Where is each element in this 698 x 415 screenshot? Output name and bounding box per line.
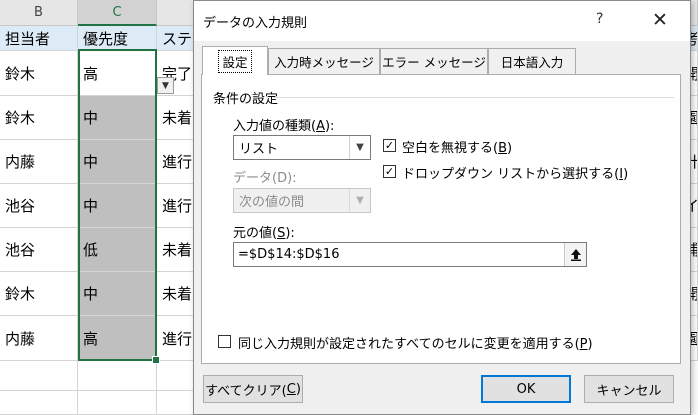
close-icon[interactable]: ✕ [646,7,674,33]
apply-all-label[interactable]: 同じ入力規則が設定されたすべてのセルに変更を適用する(P) [238,333,593,352]
cell-dropdown-arrow-icon[interactable]: ▼ [157,77,174,94]
cell-priority[interactable]: 中 [78,96,157,140]
cell-status[interactable]: 進行 [157,184,197,228]
cell-priority[interactable]: 低 [78,228,157,272]
cell-priority[interactable]: 中 [78,272,157,316]
cancel-button[interactable]: キャンセル [584,375,674,403]
allow-select-value: リスト [239,142,279,157]
cell-status[interactable]: 未着 [157,228,197,272]
cell-assignee[interactable]: 鈴木 [0,272,78,316]
cell-status[interactable]: 進行 [157,316,197,361]
cell-assignee[interactable]: 池谷 [0,184,78,228]
allow-select[interactable]: リスト ▼ [233,135,371,160]
empty-cell[interactable] [0,361,78,391]
settings-panel: 条件の設定 入力値の種類(A): リスト ▼ ✓ 空白を無視する(B) ✓ ドロ… [201,74,681,364]
column-header-c[interactable]: C [78,0,157,26]
cell-status[interactable]: 未着 [157,96,197,140]
cell-priority[interactable]: 中 [78,140,157,184]
help-button[interactable]: ? [596,11,603,27]
empty-cell[interactable] [78,391,157,415]
group-divider [274,97,674,98]
empty-cell[interactable] [78,361,157,391]
tab-settings[interactable]: 設定 [202,46,268,75]
column-header-b[interactable]: B [0,0,78,26]
header-cell-assignee[interactable]: 担当者 [0,26,78,51]
cell-status[interactable]: 未着 [157,272,197,316]
cell-priority-active[interactable]: 高 [78,51,157,96]
column-header-right[interactable] [690,0,698,26]
header-cell-status[interactable]: ステ [157,26,197,51]
cell-assignee[interactable]: 鈴木 [0,96,78,140]
chevron-down-icon: ▼ [349,189,370,212]
allow-label: 入力値の種類(A): [233,119,335,134]
empty-cell[interactable] [0,391,78,415]
group-label: 条件の設定 [213,92,279,107]
cell-assignee[interactable]: 鈴木 [0,51,78,96]
tab-ime[interactable]: 日本語入力 [488,48,576,74]
dropdown-checkbox[interactable]: ✓ [383,165,396,178]
column-header-d[interactable] [157,0,197,26]
ok-button[interactable]: OK [481,375,571,403]
cell-status[interactable]: 進行 [157,140,197,184]
data-select: 次の値の間 ▼ [233,188,371,213]
data-select-value: 次の値の間 [239,195,305,210]
cell-assignee[interactable]: 池谷 [0,228,78,272]
cell-priority[interactable]: 中 [78,184,157,228]
cell-assignee[interactable]: 内藤 [0,316,78,361]
fill-handle[interactable] [152,356,160,364]
data-label: データ(D): [233,171,297,186]
cell-assignee[interactable]: 内藤 [0,140,78,184]
clear-all-button[interactable]: すべてクリア(C) [203,375,303,403]
header-cell-priority[interactable]: 優先度 [78,26,157,51]
tab-input-message[interactable]: 入力時メッセージ [268,48,380,74]
dropdown-label[interactable]: ドロップダウン リストから選択する(I) [402,163,628,182]
ignore-blank-label[interactable]: 空白を無視する(B) [402,137,512,156]
apply-all-checkbox[interactable] [218,335,231,348]
empty-cell[interactable] [157,361,197,391]
cell-priority[interactable]: 高 [78,316,157,361]
data-validation-dialog: データの入力規則 ? ✕ 設定 入力時メッセージ エラー メッセージ 日本語入力… [193,0,691,415]
tab-error-message[interactable]: エラー メッセージ [380,48,488,74]
chevron-down-icon[interactable]: ▼ [349,136,370,159]
source-input[interactable]: =$D$14:$D$16 [233,242,587,267]
ignore-blank-checkbox[interactable]: ✓ [383,139,396,152]
source-label: 元の値(S): [233,226,295,241]
dialog-title: データの入力規則 [203,16,308,31]
empty-cell[interactable] [157,391,197,415]
collapse-range-icon[interactable] [564,243,586,266]
dialog-titlebar[interactable]: データの入力規則 ? ✕ [194,1,690,41]
